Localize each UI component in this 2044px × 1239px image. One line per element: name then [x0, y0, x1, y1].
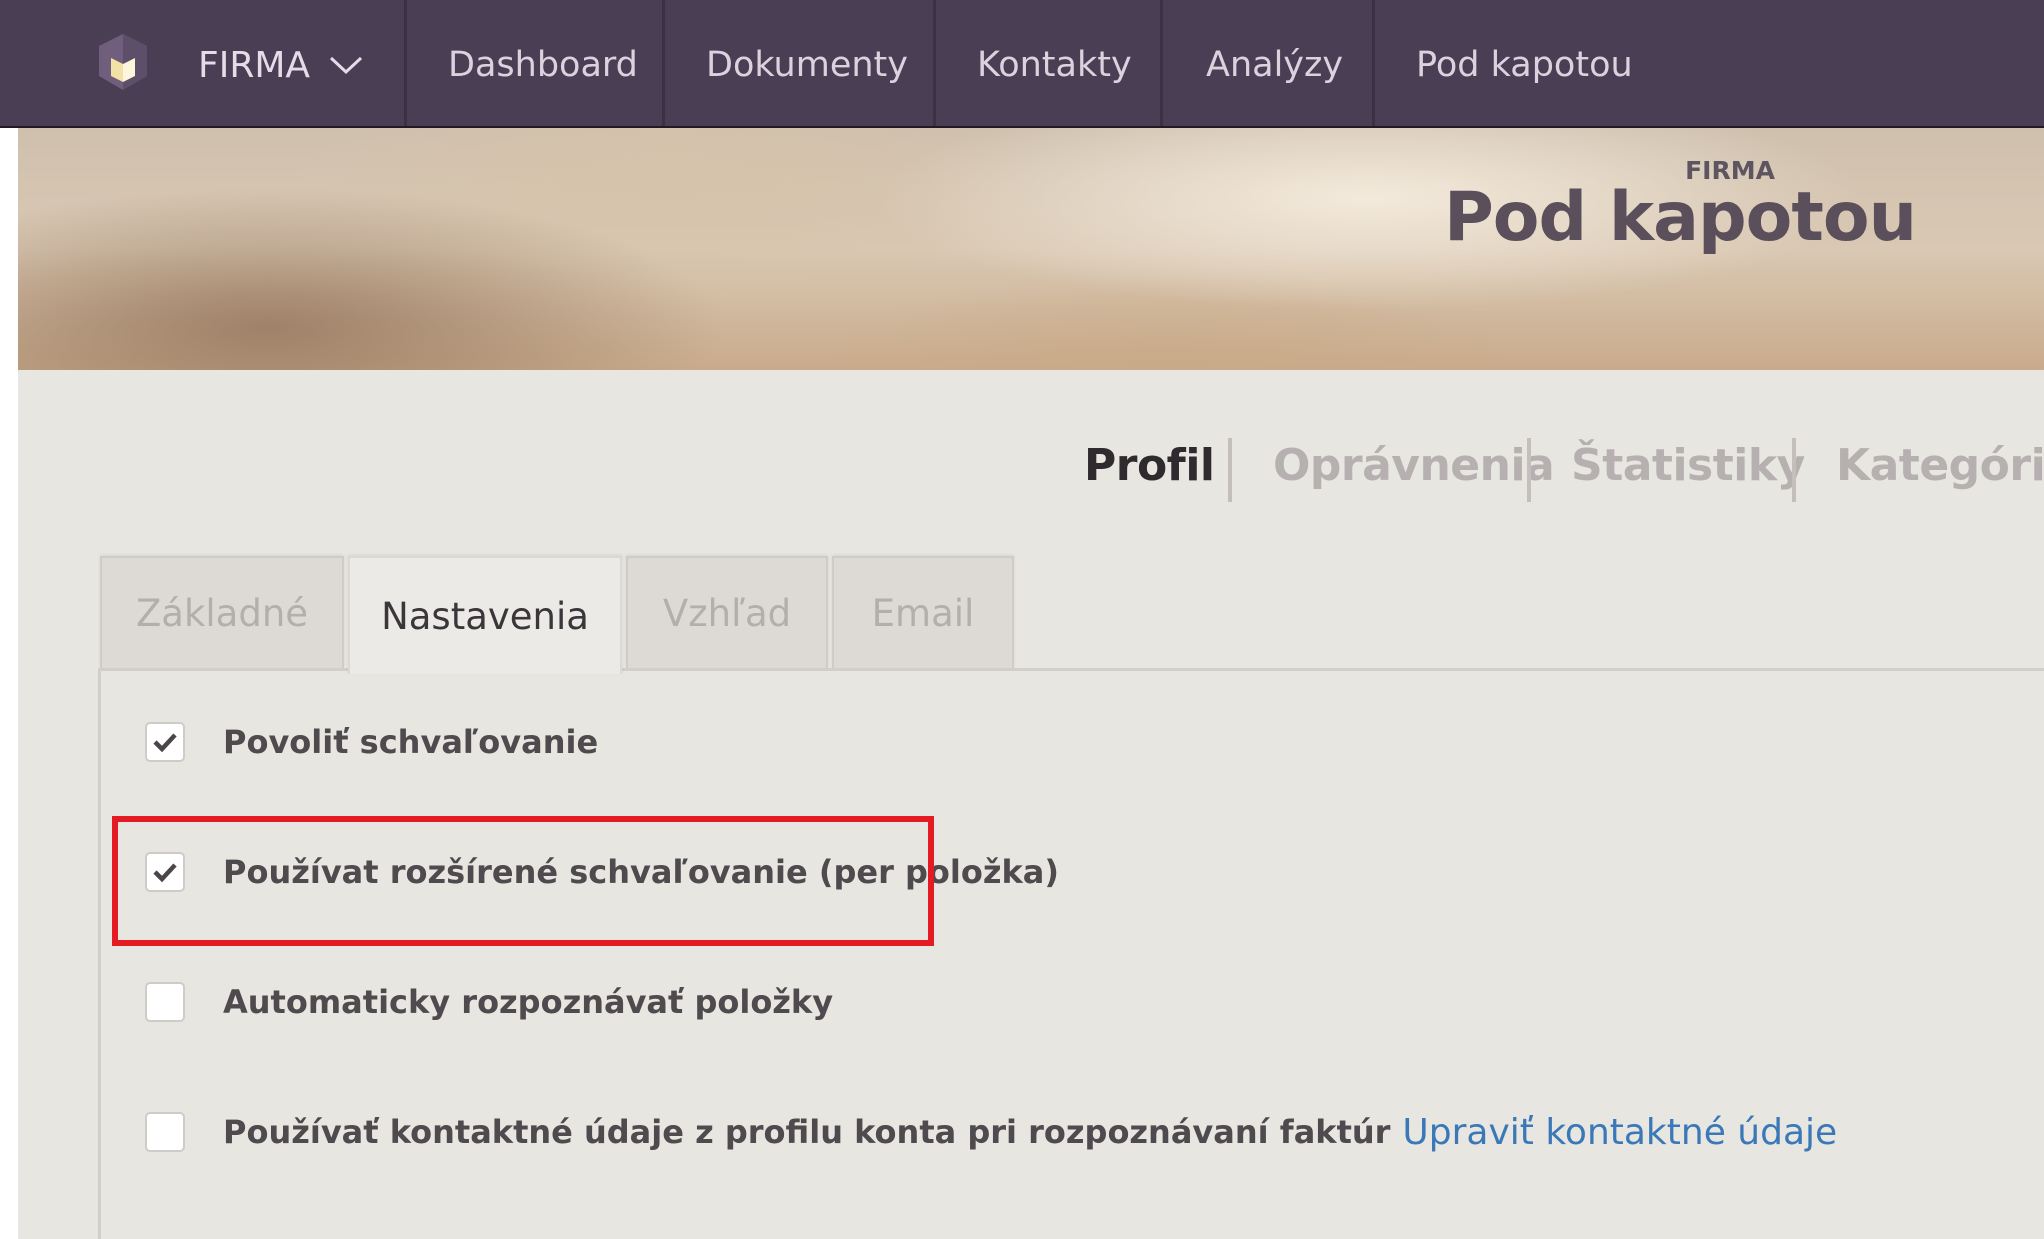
setting-label: Používat rozšírené schvaľovanie (per pol… [223, 853, 1059, 891]
tab-label: Vzhľad [662, 591, 792, 635]
section-tab-divider [1527, 438, 1531, 502]
setting-label: Automaticky rozpoznávať položky [223, 983, 834, 1021]
tab-label: Email [871, 591, 975, 635]
tab-label: Základné [135, 591, 309, 635]
nav-divider [1160, 0, 1163, 126]
section-tab-divider [1228, 438, 1232, 502]
settings-panel: Povoliť schvaľovanie Používat rozšírené … [98, 668, 2044, 1239]
main-content: Profil Oprávnenia Štatistiky Kategórie Z… [18, 370, 2044, 1239]
section-tab-statistiky[interactable]: Štatistiky [1571, 440, 1805, 491]
nav-divider [1372, 0, 1375, 126]
tab-nastavenia[interactable]: Nastavenia [348, 556, 622, 674]
nav-item-analyzy[interactable]: Analýzy [1206, 40, 1343, 90]
tab-label: Nastavenia [381, 594, 589, 638]
extended-approval-checkbox[interactable] [145, 852, 185, 892]
section-tabs: Profil Oprávnenia Štatistiky Kategórie [18, 438, 2044, 502]
approval-checkbox[interactable] [145, 722, 185, 762]
setting-label: Používať kontaktné údaje z profilu konta… [223, 1113, 1391, 1151]
setting-row-kontaktne-udaje: Používať kontaktné údaje z profilu konta… [145, 1102, 1837, 1162]
checkmark-icon [153, 733, 177, 753]
checkmark-icon [153, 863, 177, 883]
nav-item-pod-kapotou[interactable]: Pod kapotou [1416, 40, 1633, 90]
chevron-down-icon [330, 56, 363, 75]
page-title: Pod kapotou [1443, 178, 1917, 257]
setting-row-automaticky-rozpoznavat: Automaticky rozpoznávať položky [145, 972, 833, 1032]
page-subtitle: FIRMA [1685, 156, 1775, 185]
setting-row-rozsirene-schvalovanie: Používat rozšírené schvaľovanie (per pol… [145, 842, 1059, 902]
section-tab-divider [1792, 438, 1796, 502]
left-margin [0, 128, 18, 1239]
setting-row-povolit-schvalovanie: Povoliť schvaľovanie [145, 712, 598, 772]
section-tab-profil[interactable]: Profil [1084, 440, 1215, 491]
firma-logo-icon[interactable] [95, 32, 151, 92]
company-dropdown-label: FIRMA [198, 44, 311, 86]
section-tab-opravnenia[interactable]: Oprávnenia [1273, 440, 1555, 491]
nav-item-dokumenty[interactable]: Dokumenty [706, 40, 908, 90]
setting-label: Povoliť schvaľovanie [223, 723, 599, 761]
tab-email[interactable]: Email [832, 556, 1014, 668]
auto-recognize-checkbox[interactable] [145, 982, 185, 1022]
nav-divider [933, 0, 936, 126]
nav-divider [662, 0, 665, 126]
contact-data-checkbox[interactable] [145, 1112, 185, 1152]
section-tab-kategorie[interactable]: Kategórie [1836, 440, 2044, 491]
tab-zakladne[interactable]: Základné [100, 556, 344, 668]
tab-vzhlad[interactable]: Vzhľad [626, 556, 828, 668]
nav-item-dashboard[interactable]: Dashboard [448, 40, 638, 90]
nav-item-kontakty[interactable]: Kontakty [977, 40, 1132, 90]
edit-contact-link[interactable]: Upraviť kontaktné údaje [1402, 1112, 1837, 1153]
nav-divider [404, 0, 407, 126]
top-navbar: FIRMA Dashboard Dokumenty Kontakty Analý… [0, 0, 2044, 128]
company-dropdown[interactable]: FIRMA [198, 40, 364, 90]
